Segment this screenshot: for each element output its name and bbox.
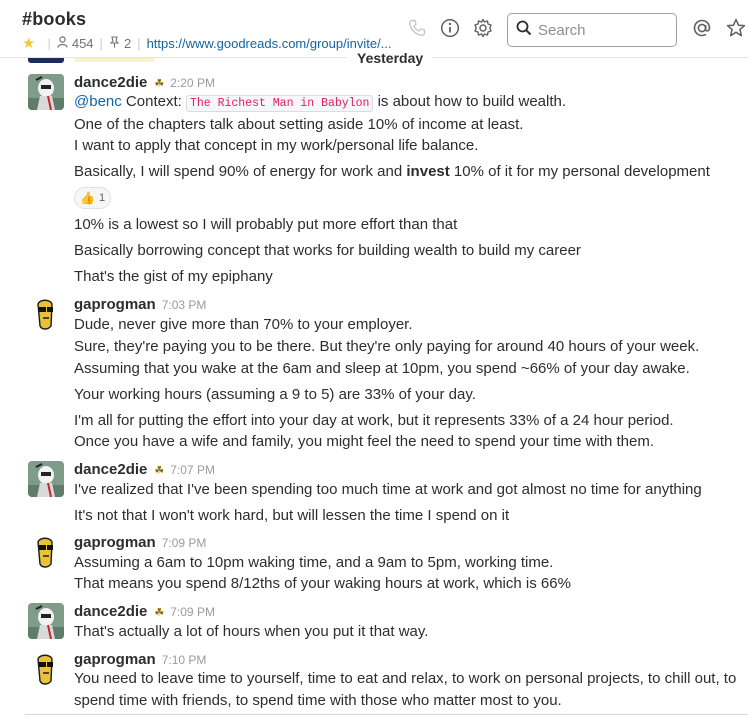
channel-topic-link[interactable]: https://www.goodreads.com/group/invite/.… [147, 36, 392, 51]
search-input[interactable] [538, 21, 668, 39]
sender-name[interactable]: dance2die [74, 461, 147, 478]
user-mention[interactable]: @benc [74, 93, 122, 110]
message-line: One of the chapters talk about setting a… [74, 116, 524, 133]
reaction-button[interactable]: 👍 1 [74, 187, 112, 209]
message-line: That's actually a lot of hours when you … [74, 623, 429, 640]
search-box[interactable] [507, 13, 677, 47]
message-line: I want to apply that concept in my work/… [74, 137, 479, 154]
sender-name[interactable]: gaprogman [74, 651, 156, 668]
sender-name[interactable]: dance2die [74, 74, 147, 91]
message-line: Once you have a wife and family, you mig… [74, 433, 655, 450]
sender-name[interactable]: gaprogman [74, 534, 156, 551]
member-icon[interactable] [57, 35, 68, 51]
search-icon [516, 20, 532, 41]
avatar[interactable] [28, 461, 64, 497]
sender-name[interactable]: gaprogman [74, 296, 156, 313]
thumbs-up-icon: 👍 [80, 191, 95, 205]
star-icon[interactable]: ★ [22, 34, 35, 52]
divider [25, 714, 748, 715]
message-line: It's not that I won't work hard, but wil… [74, 507, 510, 524]
status-emoji-icon: ☘ [154, 607, 165, 619]
timestamp[interactable]: 2:20 PM [170, 76, 215, 90]
message-line: Sure, they're paying you to be there. Bu… [74, 338, 700, 355]
message-line: I'm all for putting the effort into your… [74, 412, 674, 429]
message-line: That means you spend 8/12ths of your wak… [74, 575, 571, 592]
message-line: I've realized that I've been spending to… [74, 481, 702, 498]
channel-meta: ★ | 454 | 2 | https://www.goodreads.com/… [22, 34, 392, 52]
message-line: Dude, never give more than 70% to your e… [74, 316, 413, 333]
message-line: That's the gist of my epiphany [74, 268, 273, 285]
avatar[interactable] [28, 74, 64, 110]
message-line: Basically borrowing concept that works f… [74, 242, 581, 259]
message-line: Assuming a 6am to 10pm waking time, and … [74, 554, 554, 571]
previous-avatar-edge [28, 58, 64, 63]
previous-highlight-edge [75, 58, 155, 62]
status-emoji-icon: ☘ [154, 465, 165, 477]
phone-icon[interactable] [406, 17, 428, 39]
timestamp[interactable]: 7:10 PM [162, 653, 207, 667]
info-icon[interactable] [439, 17, 461, 39]
avatar[interactable] [28, 534, 64, 570]
message-line: Assuming that you wake at the 6am and sl… [74, 360, 690, 377]
inline-code: The Richest Man in Babylon [185, 95, 374, 112]
status-emoji-icon: ☘ [154, 78, 165, 90]
message-line: You need to leave time to yourself, time… [74, 670, 737, 687]
timestamp[interactable]: 7:07 PM [170, 463, 215, 477]
gear-icon[interactable] [472, 17, 494, 39]
sender-name[interactable]: dance2die [74, 603, 147, 620]
member-count[interactable]: 454 [72, 36, 94, 51]
message-line: spend time with friends, to spend time w… [74, 692, 562, 709]
pin-count[interactable]: 2 [124, 36, 131, 51]
timestamp[interactable]: 7:03 PM [162, 298, 207, 312]
message-line: Basically, I will spend 90% of energy fo… [74, 163, 710, 180]
message-line: 10% is a lowest so I will probably put m… [74, 216, 458, 233]
message-line: Your working hours (assuming a 9 to 5) a… [74, 386, 476, 403]
timestamp[interactable]: 7:09 PM [170, 605, 215, 619]
pin-icon[interactable] [109, 35, 120, 51]
starred-items-icon[interactable] [725, 17, 747, 39]
channel-title[interactable]: #books [22, 9, 86, 30]
day-divider-label: Yesterday [347, 50, 434, 66]
avatar[interactable] [28, 603, 64, 639]
reaction-count: 1 [98, 192, 106, 204]
timestamp[interactable]: 7:09 PM [162, 536, 207, 550]
avatar[interactable] [28, 651, 64, 687]
avatar[interactable] [28, 296, 64, 332]
message-line: @benc Context: The Richest Man in Babylo… [74, 93, 567, 112]
at-icon[interactable] [691, 17, 713, 39]
